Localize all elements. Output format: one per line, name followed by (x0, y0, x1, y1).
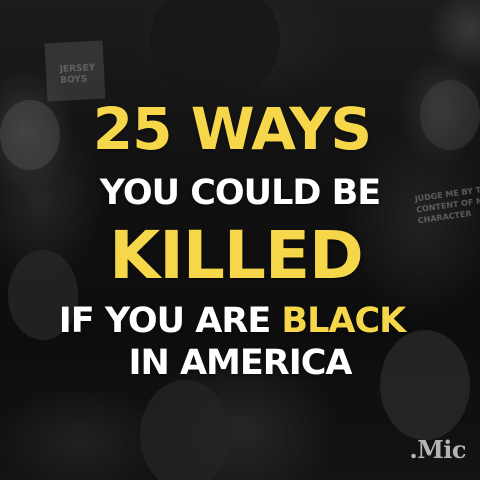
headline-line-5: IN AMERICA (128, 343, 352, 383)
headline-line-2: YOU COULD BE (99, 173, 381, 213)
headline-line-4: IF YOU ARE BLACK (0, 298, 472, 344)
video-frame: JERSEY BOYS JUDGE ME BY THE CONTENT OF M… (0, 0, 480, 480)
headline-line-4-prefix: IF YOU ARE (58, 301, 282, 341)
headline-line-4-highlight: BLACK (281, 301, 406, 341)
headline-line-3: KILLED (109, 217, 364, 294)
headline-line-1: 25 WAYS (92, 95, 372, 163)
mic-logo: .Mic (409, 435, 466, 464)
